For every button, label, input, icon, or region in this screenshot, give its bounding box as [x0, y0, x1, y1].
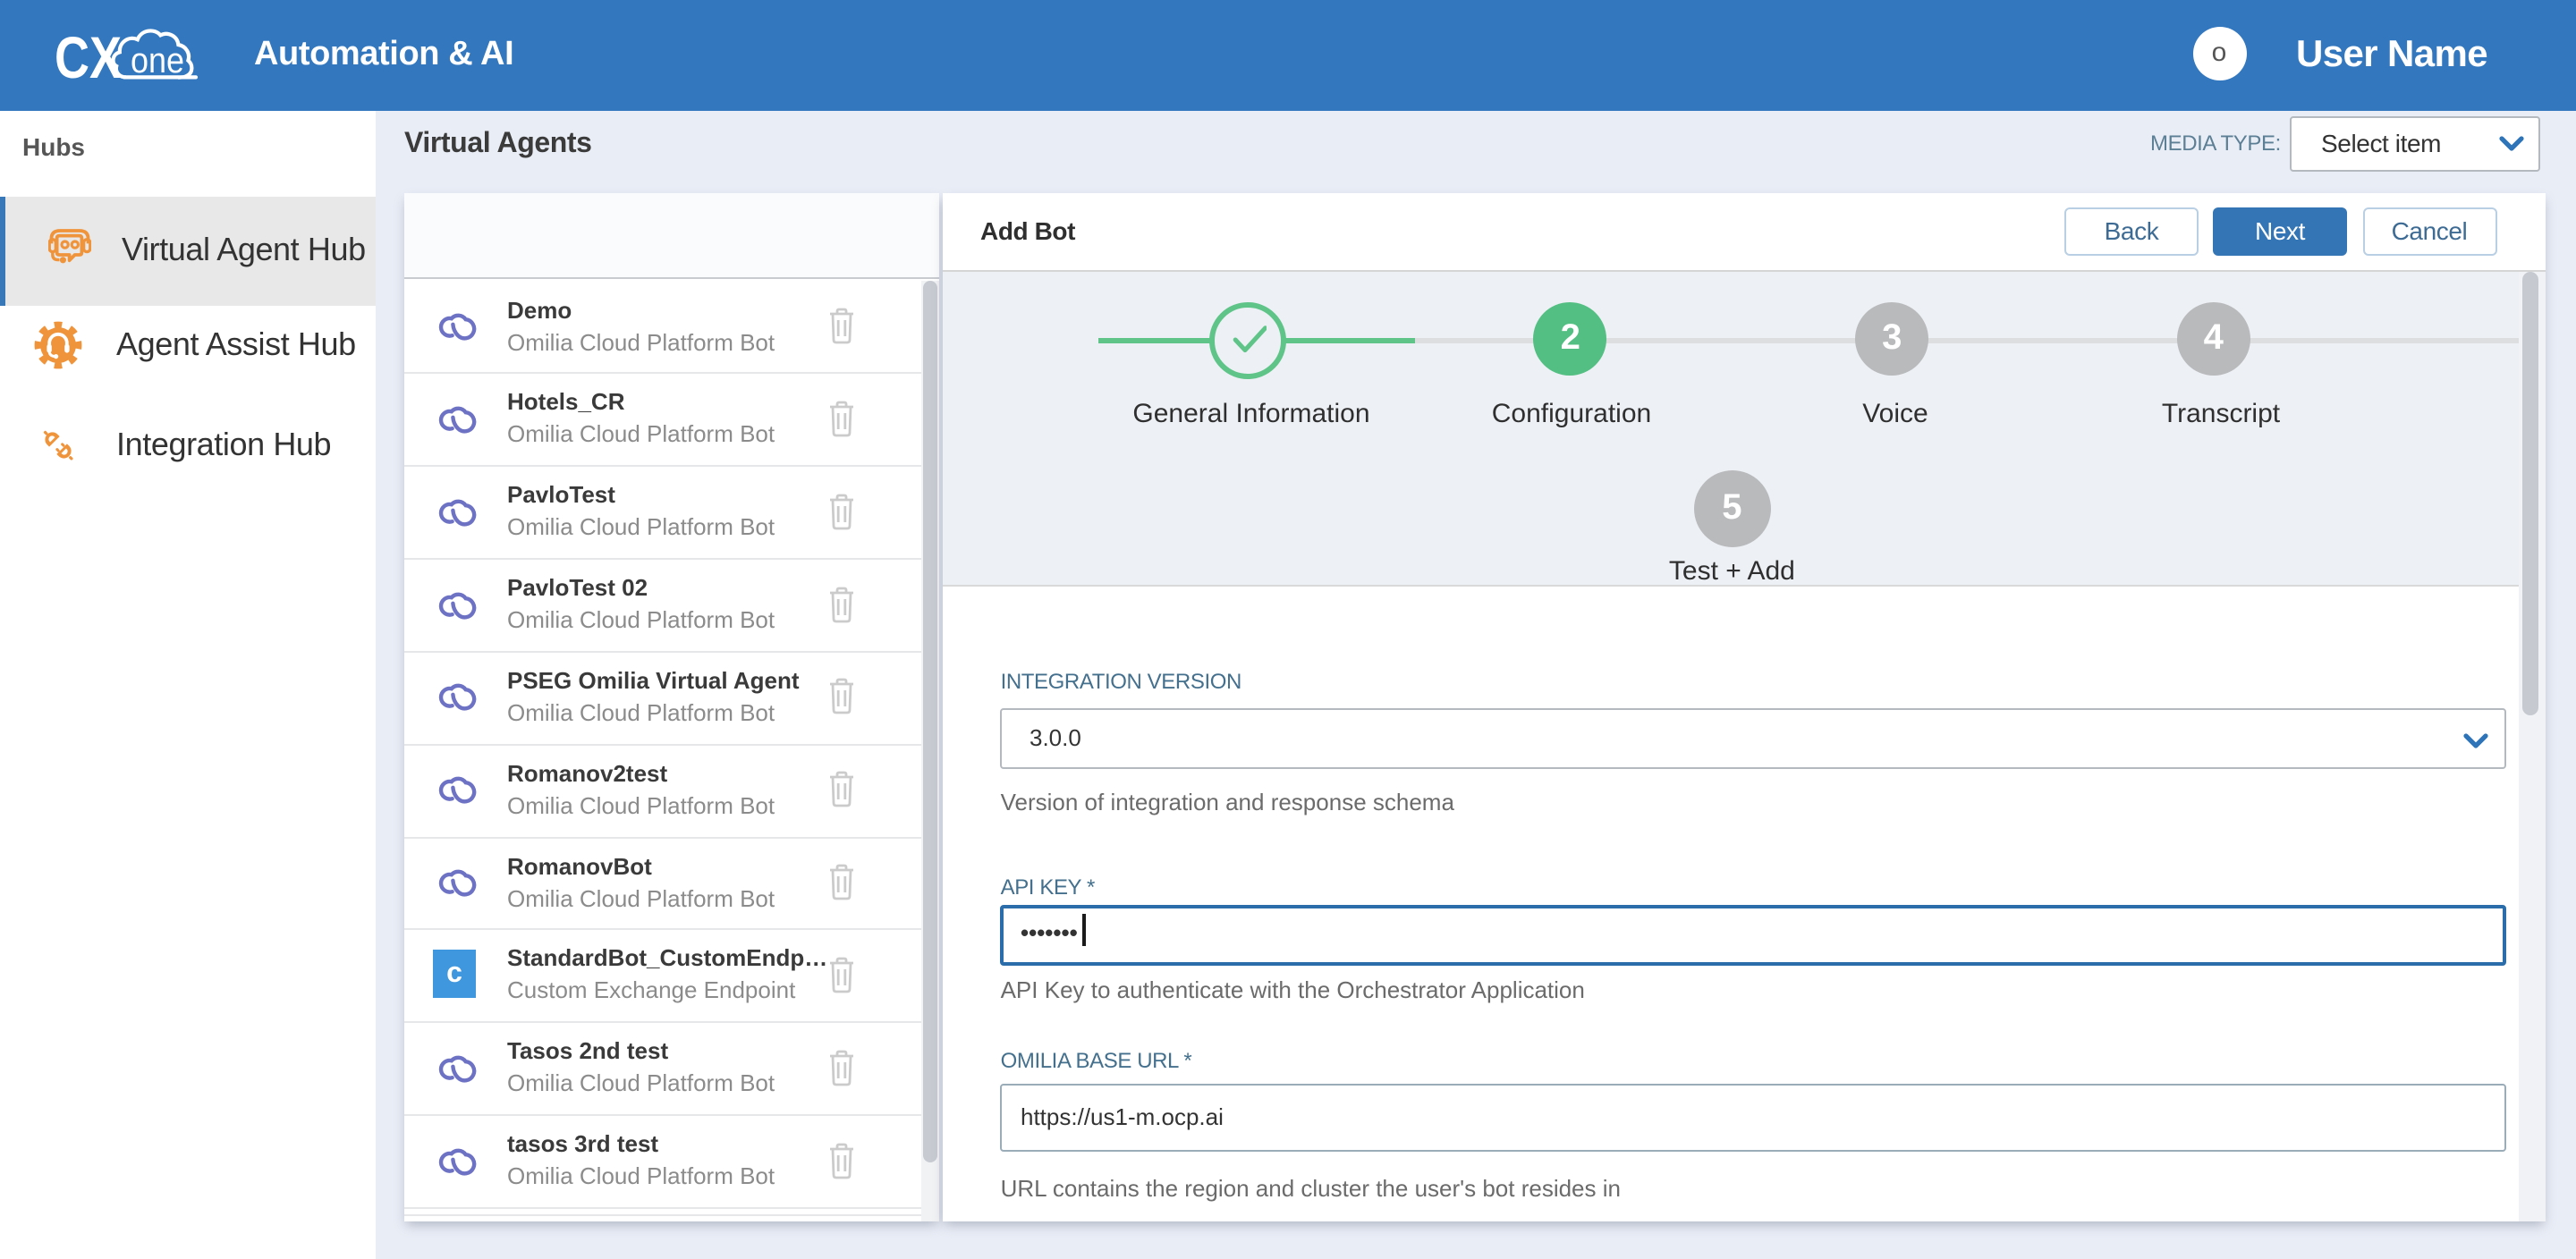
svg-text:CX: CX: [55, 24, 122, 90]
svg-text:one: one: [131, 41, 184, 80]
